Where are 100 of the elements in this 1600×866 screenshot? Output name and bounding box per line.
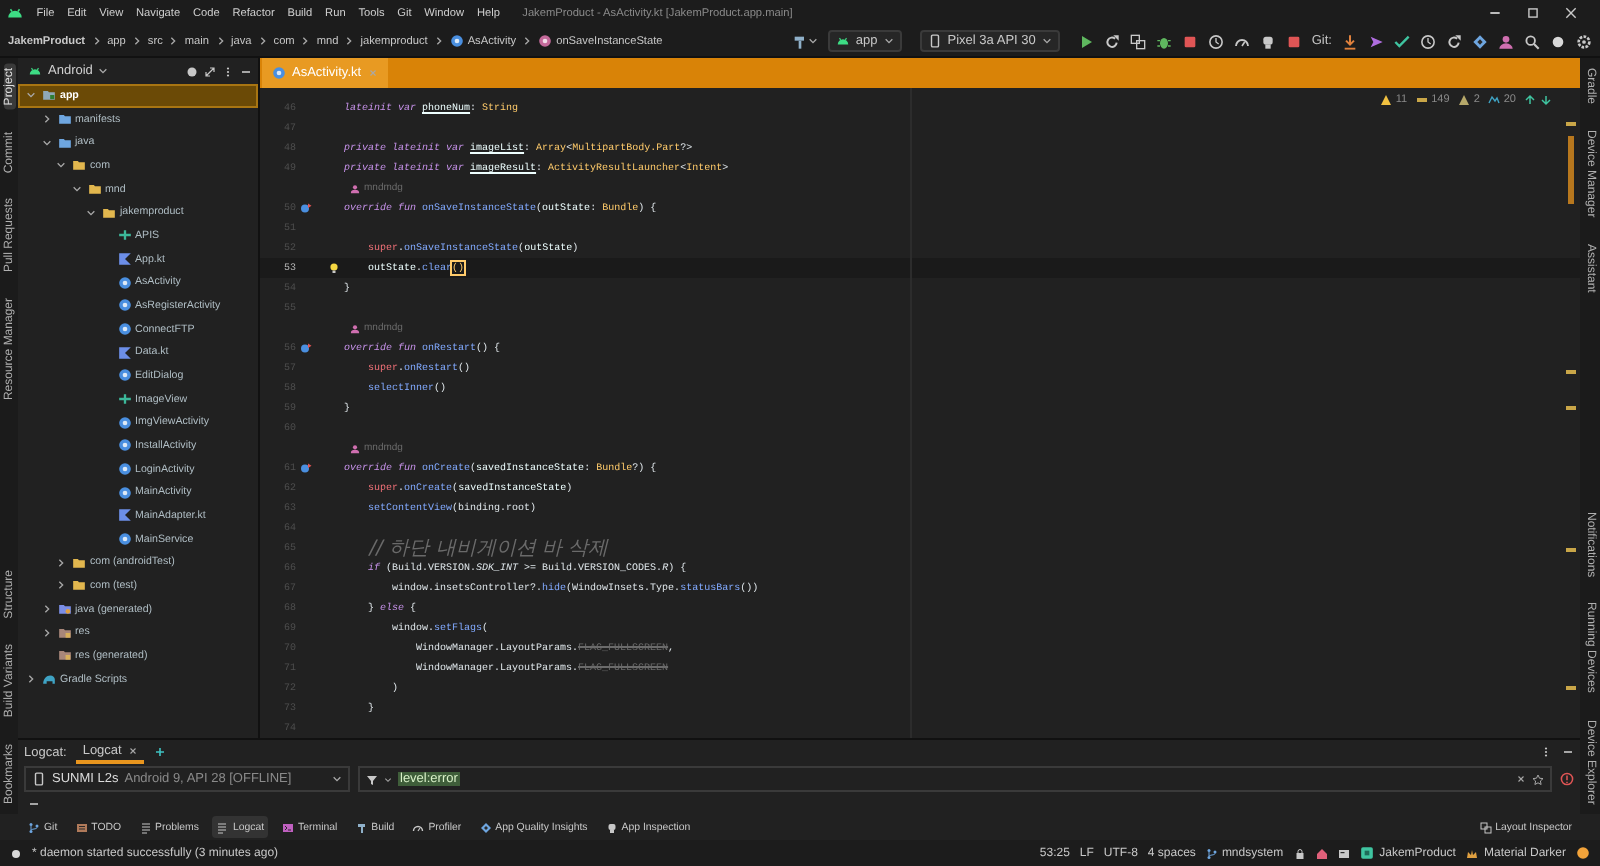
clock-icon[interactable] — [1207, 33, 1224, 49]
caret-icon — [384, 775, 392, 783]
chevron-icon[interactable] — [56, 580, 66, 591]
avatar-icon[interactable] — [1550, 33, 1566, 49]
chevron-icon[interactable] — [86, 207, 96, 218]
folder-icon — [57, 648, 71, 663]
home-icon[interactable] — [1315, 847, 1328, 859]
stop-icon[interactable] — [1181, 33, 1198, 49]
caret-icon — [1041, 36, 1052, 46]
error-icon — [1560, 772, 1574, 786]
terminal-icon — [282, 821, 295, 833]
build-script-icon — [42, 672, 56, 687]
play-icon[interactable] — [1077, 33, 1094, 49]
diamond-icon — [479, 821, 492, 833]
interface-icon — [117, 228, 131, 243]
hammer-icon[interactable] — [791, 33, 808, 49]
info-icon — [1487, 94, 1500, 106]
push-icon[interactable] — [1368, 33, 1384, 49]
scrollbar-thumb[interactable] — [1568, 136, 1574, 204]
chevron-icon[interactable] — [41, 604, 51, 615]
debug-icon[interactable] — [1155, 33, 1172, 49]
account-icon[interactable] — [1498, 33, 1514, 49]
chevron-icon — [344, 36, 355, 46]
chevron-icon[interactable] — [26, 90, 36, 101]
chevron-icon — [300, 36, 311, 46]
notification-icon[interactable] — [1576, 846, 1590, 860]
memory-icon[interactable] — [1337, 847, 1350, 859]
project-icon — [1359, 846, 1374, 860]
chevron-icon[interactable] — [41, 137, 51, 148]
chevron-icon — [215, 36, 225, 46]
android-icon — [6, 4, 24, 22]
expand-icon[interactable] — [204, 65, 216, 77]
settings-icon[interactable] — [1576, 33, 1592, 49]
lightbulb-icon[interactable] — [328, 262, 340, 274]
gauge-icon — [412, 821, 425, 833]
apply-changes-icon[interactable] — [1129, 33, 1146, 49]
minimize-icon[interactable] — [1562, 746, 1574, 758]
lock-icon[interactable] — [1293, 847, 1306, 859]
caret-icon — [332, 774, 342, 784]
class-icon — [117, 368, 131, 383]
profiler-icon[interactable] — [1233, 33, 1250, 49]
chevron-icon — [433, 36, 444, 46]
chevron-icon — [91, 36, 102, 46]
chevron-icon[interactable] — [41, 627, 51, 638]
class-icon — [117, 532, 131, 547]
close-icon[interactable] — [127, 745, 138, 755]
weak-warning-icon — [1457, 94, 1470, 106]
folder-icon — [57, 602, 71, 617]
class-icon — [449, 34, 464, 48]
minus-icon[interactable] — [28, 797, 40, 809]
layers-icon — [1479, 821, 1492, 833]
commit-icon[interactable] — [1394, 33, 1410, 49]
phone-icon — [927, 34, 942, 48]
person-icon — [350, 183, 360, 193]
sync-icon[interactable] — [1472, 33, 1488, 49]
list-icon — [139, 821, 152, 833]
override-icon[interactable] — [300, 462, 312, 474]
filter-icon — [366, 773, 378, 785]
status-icon — [10, 847, 22, 859]
previous-icon[interactable] — [1524, 94, 1536, 106]
search-icon[interactable] — [1524, 33, 1540, 49]
file-icon — [117, 252, 131, 267]
chevron-icon — [257, 36, 268, 46]
chevron-icon[interactable] — [71, 184, 81, 195]
history-icon[interactable] — [1420, 33, 1436, 49]
warning-icon — [1379, 94, 1392, 106]
person-icon — [350, 323, 360, 333]
device-icon[interactable] — [1259, 33, 1276, 49]
minimize-icon[interactable] — [1488, 6, 1502, 20]
list-icon — [75, 821, 88, 833]
file-icon — [117, 345, 131, 360]
class-icon — [272, 66, 286, 80]
close-icon[interactable] — [1564, 6, 1578, 20]
rollback-icon[interactable] — [1446, 33, 1462, 49]
interface-icon — [117, 392, 131, 407]
override-icon[interactable] — [300, 342, 312, 354]
update-icon[interactable] — [1342, 33, 1358, 49]
minimize-icon[interactable] — [240, 65, 252, 77]
maximize-icon[interactable] — [1526, 6, 1540, 20]
chevron-icon — [131, 36, 142, 46]
log-icon — [216, 821, 229, 833]
rerun-icon[interactable] — [1103, 33, 1120, 49]
override-icon[interactable] — [300, 202, 312, 214]
chevron-icon[interactable] — [26, 674, 36, 685]
caret-icon — [98, 66, 109, 76]
chevron-icon — [522, 36, 533, 46]
file-icon — [117, 508, 131, 523]
star-icon[interactable] — [1532, 773, 1544, 785]
chevron-icon[interactable] — [56, 557, 66, 568]
add-icon[interactable] — [153, 746, 166, 758]
module-icon — [42, 88, 56, 103]
android-icon — [28, 64, 42, 78]
caret-icon[interactable] — [807, 36, 818, 46]
android-icon — [835, 34, 850, 48]
chevron-icon[interactable] — [41, 114, 51, 124]
chevron-icon[interactable] — [56, 160, 66, 171]
stop-icon[interactable] — [1285, 33, 1302, 49]
person-icon — [350, 443, 360, 453]
next-icon[interactable] — [1540, 94, 1552, 106]
clear-icon[interactable] — [1516, 774, 1526, 784]
